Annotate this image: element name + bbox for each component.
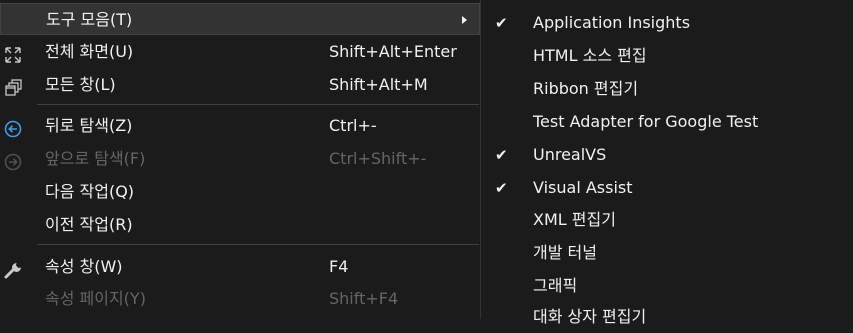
submenu-item-html-source-editing[interactable]: HTML 소스 편집 (482, 40, 853, 72)
navigate-back-icon (3, 117, 23, 138)
submenu-item-label: UnrealVS (533, 145, 607, 164)
menu-item-property-pages[interactable]: 속성 페이지(Y) Shift+F4 (0, 283, 480, 315)
submenu-item-unrealvs[interactable]: ✔ UnrealVS (482, 139, 853, 171)
submenu-item-label: 개발 터널 (533, 243, 597, 262)
menu-item-label: 도구 모음(T) (46, 10, 133, 29)
menu-item-label: 전체 화면(U) (45, 42, 134, 61)
fullscreen-icon (3, 43, 23, 63)
menu-item-shortcut: Shift+Alt+Enter (329, 42, 457, 61)
menu-item-full-screen[interactable]: 전체 화면(U) Shift+Alt+Enter (0, 36, 480, 68)
menu-item-label: 앞으로 탐색(F) (45, 149, 146, 168)
checkmark-icon: ✔ (495, 14, 508, 32)
submenu-item-label: HTML 소스 편집 (533, 46, 647, 65)
submenu-item-label: XML 편집기 (533, 210, 616, 229)
checkmark-icon: ✔ (495, 146, 508, 164)
menu-item-previous-task[interactable]: 이전 작업(R) (0, 209, 480, 241)
submenu-item-label: 대화 상자 편집기 (533, 307, 647, 326)
toolbars-submenu: ✔ Application Insights HTML 소스 편집 Ribbon… (482, 0, 853, 326)
submenu-item-label: 그래픽 (533, 276, 578, 295)
submenu-item-graphics[interactable]: 그래픽 (482, 270, 853, 302)
navigate-forward-icon (3, 150, 23, 171)
menu-item-shortcut: Ctrl+- (329, 116, 377, 135)
submenu-arrow-icon (462, 16, 467, 24)
menu-item-label: 다음 작업(Q) (45, 182, 135, 201)
checkmark-icon: ✔ (495, 179, 508, 197)
menu-item-toolbars[interactable]: 도구 모음(T) (0, 3, 480, 35)
menu-item-properties-window[interactable]: 속성 창(W) F4 (0, 251, 480, 283)
submenu-item-application-insights[interactable]: ✔ Application Insights (482, 7, 853, 39)
menu-item-next-task[interactable]: 다음 작업(Q) (0, 176, 480, 208)
menu-item-label: 속성 창(W) (45, 257, 123, 276)
menu-item-shortcut: F4 (329, 257, 349, 276)
submenu-item-label: Ribbon 편집기 (533, 79, 639, 98)
menu-item-all-windows[interactable]: 모든 창(L) Shift+Alt+M (0, 69, 480, 101)
submenu-item-dialog-editor[interactable]: 대화 상자 편집기 (482, 301, 853, 333)
menu-item-label: 이전 작업(R) (45, 215, 133, 234)
submenu-item-visual-assist[interactable]: ✔ Visual Assist (482, 172, 853, 204)
menu-item-label: 뒤로 탐색(Z) (45, 116, 133, 135)
menu-separator (37, 104, 479, 105)
submenu-item-dev-tunnels[interactable]: 개발 터널 (482, 237, 853, 269)
submenu-item-xml-editor[interactable]: XML 편집기 (482, 204, 853, 236)
menu-item-navigate-forward[interactable]: 앞으로 탐색(F) Ctrl+Shift+- (0, 143, 480, 175)
menu-item-shortcut: Shift+Alt+M (329, 75, 428, 94)
view-menu: 도구 모음(T) 전체 화면(U) Shift+Alt+Enter 모든 창(L… (0, 0, 481, 319)
menu-item-shortcut: Ctrl+Shift+- (329, 149, 427, 168)
submenu-item-ribbon-editor[interactable]: Ribbon 편집기 (482, 73, 853, 105)
menu-separator (37, 244, 479, 245)
menu-item-label: 모든 창(L) (45, 75, 116, 94)
submenu-item-label: Test Adapter for Google Test (533, 112, 759, 131)
menu-item-navigate-back[interactable]: 뒤로 탐색(Z) Ctrl+- (0, 110, 480, 142)
all-windows-icon (3, 76, 23, 96)
submenu-item-label: Visual Assist (533, 178, 633, 197)
menu-item-label: 속성 페이지(Y) (45, 289, 146, 308)
submenu-item-label: Application Insights (533, 13, 691, 32)
menu-item-shortcut: Shift+F4 (329, 289, 399, 308)
wrench-icon (3, 258, 23, 279)
submenu-item-test-adapter-google-test[interactable]: Test Adapter for Google Test (482, 106, 853, 138)
